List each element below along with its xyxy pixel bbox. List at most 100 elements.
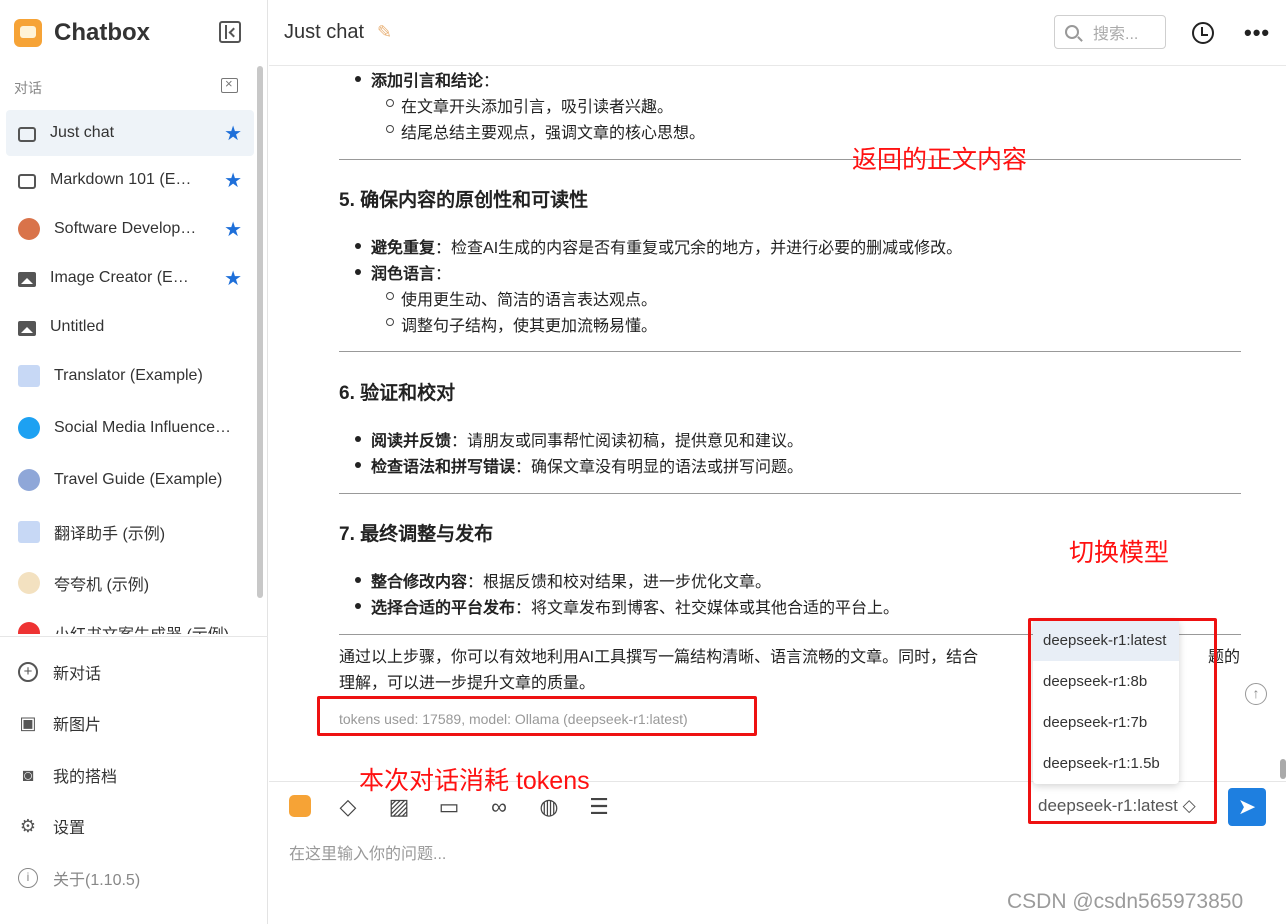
- search-icon: [1065, 25, 1079, 39]
- bold-text: 添加引言和结论: [371, 73, 484, 90]
- my-partners-label: 我的搭档: [53, 769, 118, 786]
- search-input[interactable]: 搜索...: [1054, 15, 1166, 49]
- conversation-list: Just chat ★ Markdown 101 (E… ★ Software …: [6, 110, 254, 634]
- conversation-label: Social Media Influence…: [54, 419, 231, 436]
- model-option[interactable]: deepseek-r1:7b: [1033, 702, 1179, 743]
- star-icon[interactable]: ★: [224, 217, 242, 242]
- model-option[interactable]: deepseek-r1:8b: [1033, 661, 1179, 702]
- sidebar-actions: + 新对话 ▣ 新图片 ◙ 我的搭档 ⚙ 设置 i 关于(1.10.5): [0, 636, 268, 889]
- sub-list-item: 结尾总结主要观点，强调文章的核心思想。: [385, 119, 705, 143]
- new-chat-button[interactable]: + 新对话: [18, 659, 101, 685]
- model-dropdown: deepseek-r1:latest deepseek-r1:8b deepse…: [1033, 620, 1179, 784]
- chatbox-logo-icon: [14, 19, 42, 47]
- folder-icon[interactable]: ▭: [436, 794, 462, 820]
- bold-text: 避免重复: [371, 240, 436, 257]
- list-text: ：根据反馈和校对结果，进一步优化文章。: [467, 574, 772, 591]
- content-scrollbar[interactable]: [1280, 759, 1286, 779]
- twitter-icon: [18, 417, 40, 439]
- settings-sliders-icon[interactable]: ☰: [586, 794, 612, 820]
- model-option[interactable]: deepseek-r1:1.5b: [1033, 743, 1179, 784]
- list-text: ：将文章发布到博客、社交媒体或其他合适的平台上。: [515, 600, 900, 617]
- collapse-sidebar-icon[interactable]: [219, 21, 241, 43]
- history-icon[interactable]: [1192, 22, 1214, 44]
- add-image-icon: ▣: [19, 713, 37, 733]
- annotation-body: 返回的正文内容: [852, 146, 1028, 174]
- link-icon[interactable]: ∞: [486, 794, 512, 820]
- clear-conversations-icon[interactable]: [221, 76, 238, 93]
- star-icon[interactable]: ★: [224, 121, 242, 146]
- more-options-icon[interactable]: •••: [1244, 20, 1270, 46]
- cheer-avatar-icon: [18, 572, 40, 594]
- scroll-to-top-icon[interactable]: ↑: [1245, 683, 1267, 705]
- eraser-icon[interactable]: ◇: [335, 794, 361, 820]
- conversation-label: Translator (Example): [54, 367, 203, 384]
- token-usage: tokens used: 17589, model: Ollama (deeps…: [339, 711, 688, 727]
- divider: [339, 351, 1241, 352]
- conversation-label: Just chat: [50, 124, 115, 141]
- conversation-label: 翻译助手 (示例): [54, 526, 166, 543]
- star-icon[interactable]: ★: [224, 266, 242, 291]
- conversation-item[interactable]: Just chat ★: [6, 110, 254, 156]
- list-text: ：请朋友或同事帮忙阅读初稿，提供意见和建议。: [451, 433, 804, 450]
- list-item: 阅读并反馈 ：请朋友或同事帮忙阅读初稿，提供意见和建议。: [354, 427, 804, 451]
- globe-icon[interactable]: ◍: [536, 794, 562, 820]
- chatbox-logo-icon[interactable]: [289, 795, 311, 817]
- image-upload-icon[interactable]: ▨: [386, 794, 412, 820]
- red-avatar-icon: [18, 622, 40, 634]
- section-heading: 7. 最终调整与发布: [339, 524, 494, 545]
- section-heading: 5. 确保内容的原创性和可读性: [339, 190, 589, 211]
- list-text: ：确保文章没有明显的语法或拼写问题。: [515, 459, 804, 476]
- chat-header: Just chat ✎ 搜索... •••: [269, 0, 1286, 66]
- my-partners-button[interactable]: ◙ 我的搭档: [18, 762, 117, 788]
- conversation-item[interactable]: 翻译助手 (示例): [6, 509, 254, 555]
- conversation-item[interactable]: Image Creator (E… ★: [6, 255, 254, 301]
- list-item: 润色语言：: [354, 260, 451, 284]
- chat-icon: [18, 127, 36, 142]
- sidebar-scrollbar[interactable]: [257, 66, 263, 598]
- bold-text: 阅读并反馈: [371, 433, 452, 450]
- conversation-item[interactable]: 小红书文案生成器 (示例): [6, 610, 254, 634]
- about-label: 关于(1.10.5): [53, 872, 141, 889]
- star-icon[interactable]: ★: [224, 168, 242, 193]
- new-chat-label: 新对话: [53, 666, 102, 683]
- conversation-item[interactable]: Software Develop… ★: [6, 206, 254, 252]
- conversation-item[interactable]: 夸夸机 (示例): [6, 560, 254, 606]
- settings-label: 设置: [53, 820, 86, 837]
- model-selector[interactable]: deepseek-r1:latest ◇: [1038, 796, 1196, 816]
- brand: Chatbox: [14, 16, 150, 50]
- list-item: 添加引言和结论：: [354, 67, 499, 91]
- search-placeholder: 搜索...: [1093, 26, 1139, 43]
- sub-list-item: 在文章开头添加引言，吸引读者兴趣。: [385, 93, 673, 117]
- bold-text: 整合修改内容: [371, 574, 468, 591]
- settings-button[interactable]: ⚙ 设置: [18, 813, 85, 839]
- section-label: 对话: [14, 80, 42, 96]
- list-item: 避免重复 ：检查AI生成的内容是否有重复或冗余的地方，并进行必要的删减或修改。: [354, 234, 962, 258]
- about-button[interactable]: i 关于(1.10.5): [18, 865, 140, 891]
- send-button[interactable]: ➤: [1228, 788, 1266, 826]
- list-item: 检查语法和拼写错误 ：确保文章没有明显的语法或拼写问题。: [354, 453, 804, 477]
- divider: [339, 159, 1241, 160]
- model-option[interactable]: deepseek-r1:latest: [1033, 620, 1179, 661]
- conversation-label: Markdown 101 (E…: [50, 171, 192, 188]
- divider: [339, 493, 1241, 494]
- message-input[interactable]: 在这里输入你的问题...: [289, 840, 446, 864]
- edit-title-icon[interactable]: ✎: [377, 22, 392, 43]
- conversation-item[interactable]: Social Media Influence…: [6, 405, 254, 451]
- conclusion-line-tail: 题的: [1208, 649, 1241, 666]
- conversation-item[interactable]: Translator (Example): [6, 353, 254, 399]
- conversation-item[interactable]: Untitled: [6, 304, 254, 350]
- developer-avatar-icon: [18, 218, 40, 240]
- translate-icon: [18, 521, 40, 543]
- chatbox-app: Chatbox 对话 Just chat ★ Markdown 101 (E… …: [0, 0, 1286, 924]
- conversation-label: 小红书文案生成器 (示例): [54, 621, 246, 634]
- conversation-label: Image Creator (E…: [50, 269, 189, 286]
- bold-text: 选择合适的平台发布: [371, 600, 516, 617]
- conversation-item[interactable]: Markdown 101 (E… ★: [6, 157, 254, 203]
- bold-text: 润色语言: [371, 266, 436, 283]
- conversation-item[interactable]: Travel Guide (Example): [6, 457, 254, 503]
- watermark: CSDN @csdn565973850: [1007, 890, 1244, 913]
- conversation-label: Software Develop…: [54, 220, 197, 237]
- new-image-button[interactable]: ▣ 新图片: [18, 710, 101, 736]
- translate-icon: [18, 365, 40, 387]
- conversation-label: 夸夸机 (示例): [54, 577, 150, 594]
